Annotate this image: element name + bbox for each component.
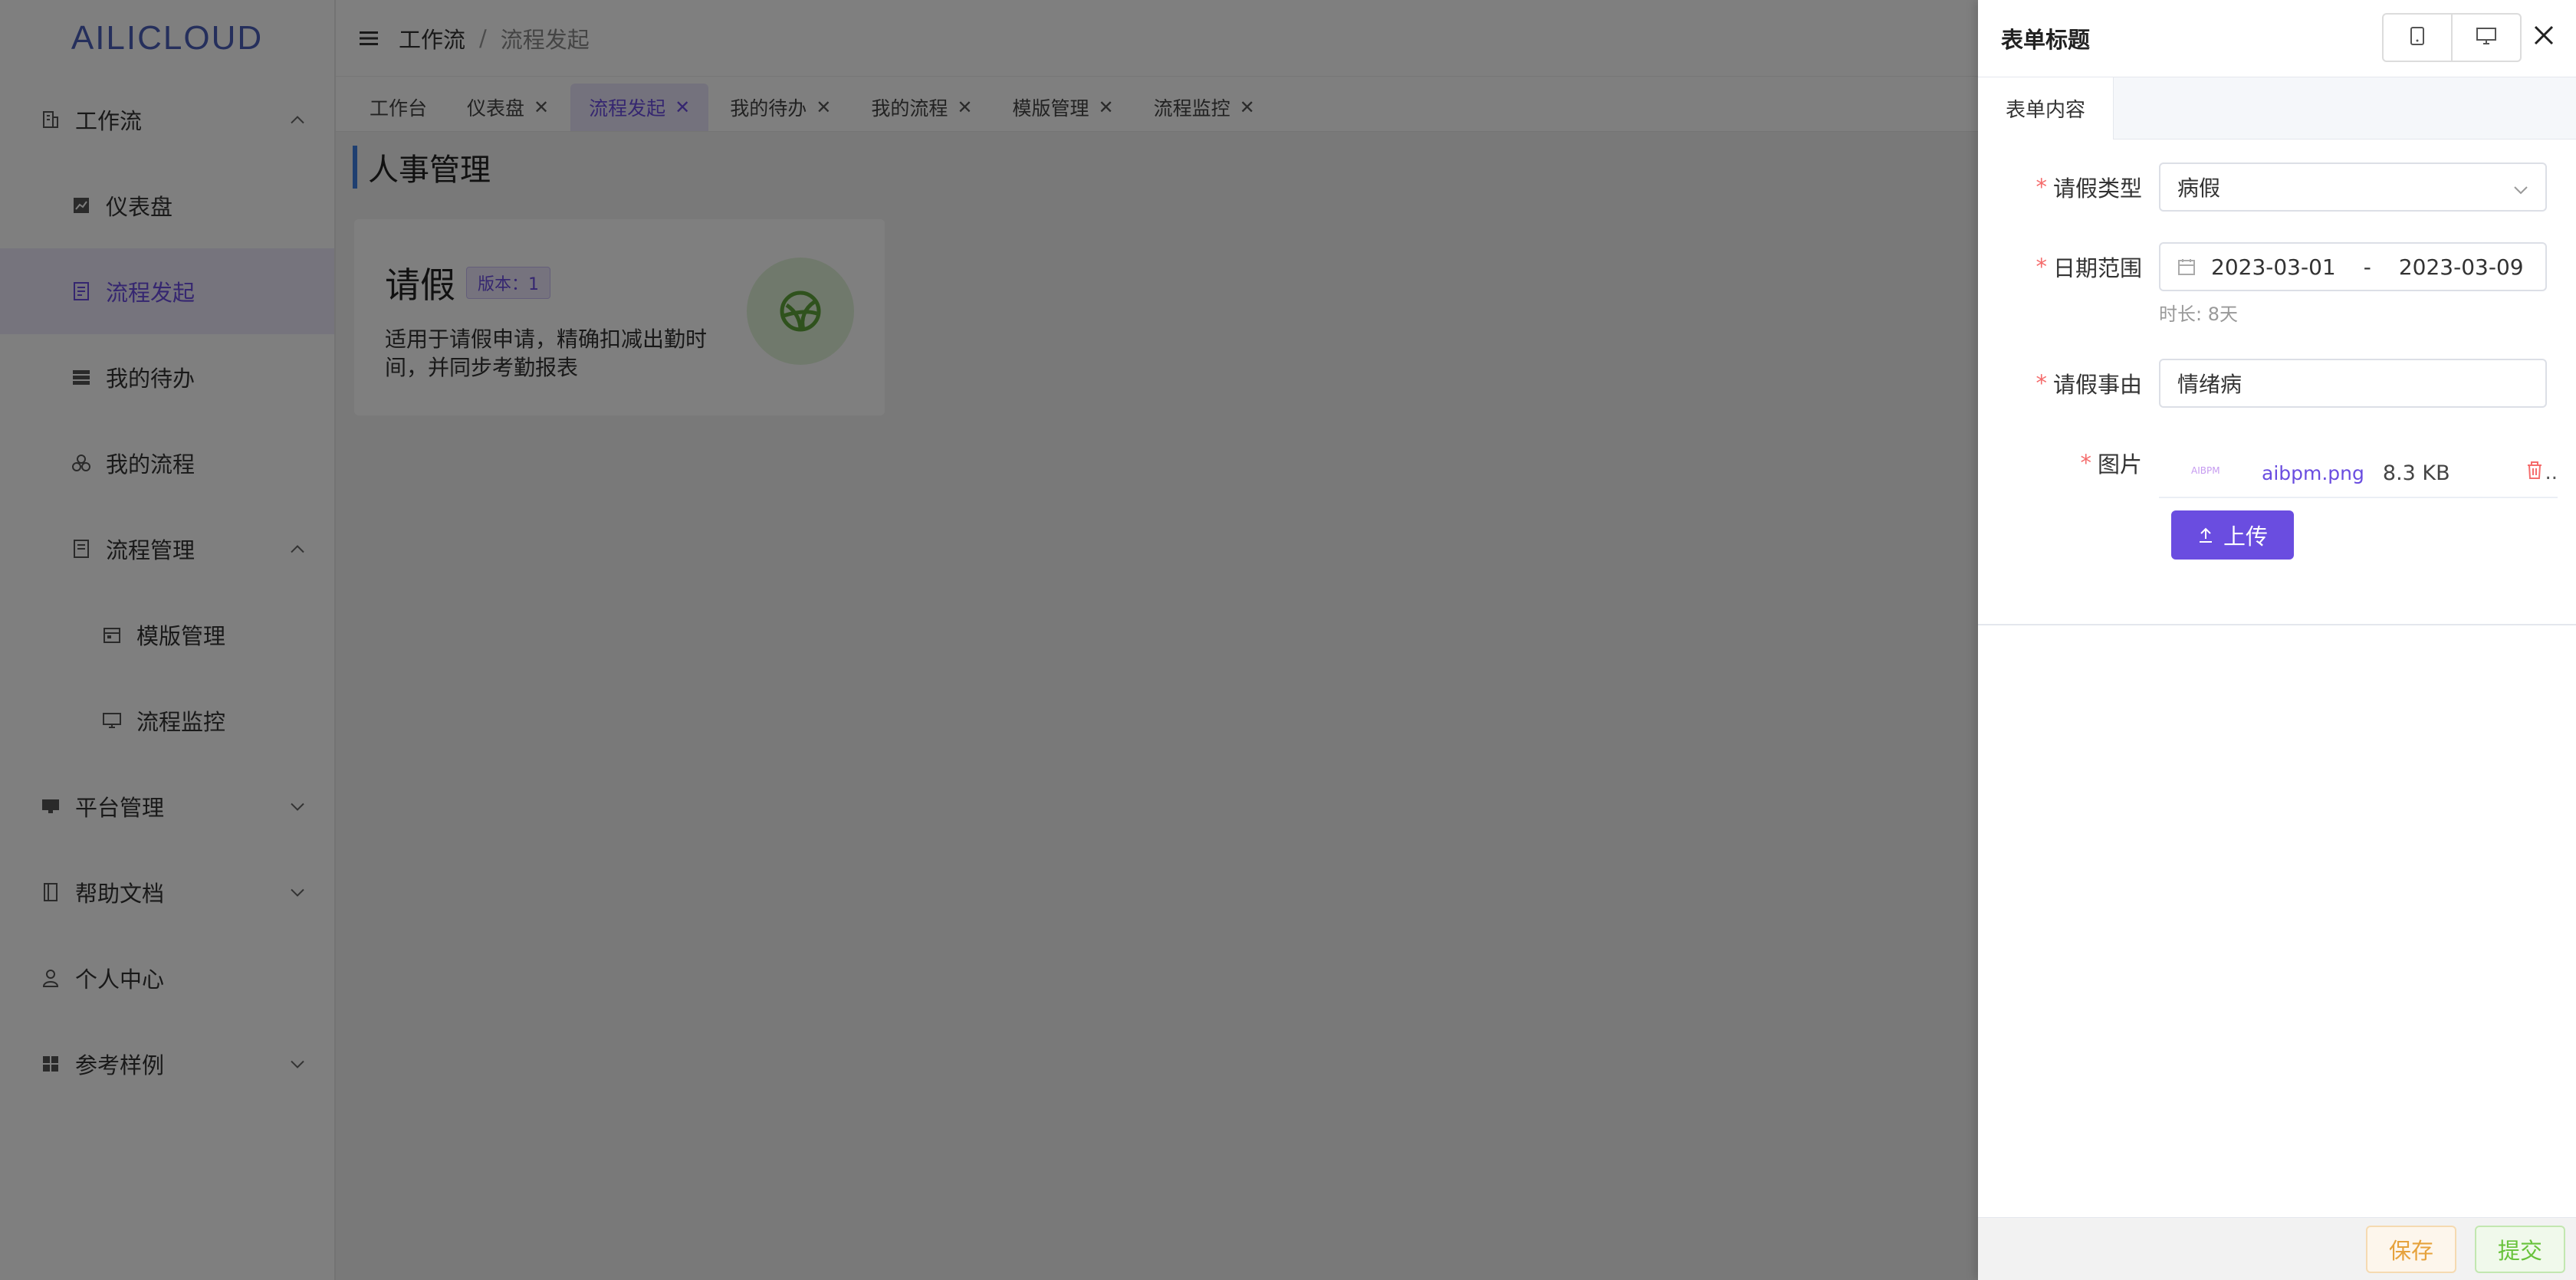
label-text: 请假类型 (2052, 176, 2142, 202)
drawer-header: 表单标题 (1978, 0, 2576, 77)
form-body: * 请假类型 病假 * 日期范围 2023-03-01 - 2023-03-09 时… (1978, 139, 2576, 625)
close-drawer-button[interactable] (2527, 20, 2561, 54)
date-separator: - (2363, 254, 2371, 280)
view-mode-switch (2382, 13, 2522, 62)
form-drawer: 表单标题 表单内容 * 请假类型 病假 * 日期范围 2023-03-01 - … (1978, 0, 2576, 1280)
chevron-down-icon (2513, 175, 2528, 200)
file-name[interactable]: aibpm.png (2262, 462, 2364, 484)
file-size: 8.3 KB (2382, 461, 2450, 485)
trash-icon (2526, 461, 2543, 485)
duration-hint: 时长: 8天 (2159, 304, 2238, 325)
drawer-tabs: 表单内容 (1978, 77, 2576, 139)
tablet-icon (2410, 26, 2425, 49)
date-range-picker[interactable]: 2023-03-01 - 2023-03-09 (2159, 242, 2547, 291)
uploaded-file-item: AIBPM aibpm.png 8.3 KB .. (2159, 449, 2558, 498)
drawer-footer: 保存 提交 (1978, 1217, 2576, 1280)
label-text: 日期范围 (2052, 255, 2142, 281)
required-mark: * (2080, 450, 2091, 476)
label-text: 图片 (2097, 451, 2142, 478)
upload-button[interactable]: 上传 (2171, 510, 2294, 560)
leave-type-select[interactable]: 病假 (2159, 162, 2547, 212)
reason-input[interactable]: 情绪病 (2159, 359, 2547, 408)
submit-button[interactable]: 提交 (2475, 1226, 2565, 1273)
desktop-view-button[interactable] (2451, 15, 2520, 61)
monitor-icon (2476, 27, 2497, 48)
start-date[interactable]: 2023-03-01 (2211, 254, 2336, 280)
calendar-icon (2177, 258, 2196, 276)
image-label: * 图片 (2080, 438, 2142, 487)
end-date[interactable]: 2023-03-09 (2399, 254, 2524, 280)
file-thumbnail[interactable]: AIBPM (2191, 465, 2229, 481)
more-dots: .. (2545, 461, 2558, 484)
upload-label: 上传 (2223, 523, 2268, 550)
drawer-title: 表单标题 (2001, 27, 2091, 53)
reason-label: * 请假事由 (2036, 359, 2142, 408)
close-icon (2533, 25, 2555, 49)
required-mark: * (2036, 370, 2047, 396)
date-range-label: * 日期范围 (2036, 242, 2142, 291)
tab-form-content[interactable]: 表单内容 (1978, 77, 2114, 139)
save-button[interactable]: 保存 (2366, 1226, 2456, 1273)
required-mark: * (2036, 254, 2047, 280)
label-text: 请假事由 (2052, 372, 2142, 398)
select-value: 病假 (2177, 176, 2221, 201)
delete-file-button[interactable]: .. (2526, 461, 2558, 485)
required-mark: * (2036, 174, 2047, 200)
mobile-view-button[interactable] (2384, 15, 2451, 61)
leave-type-label: * 请假类型 (2036, 162, 2142, 212)
upload-icon (2197, 527, 2214, 543)
